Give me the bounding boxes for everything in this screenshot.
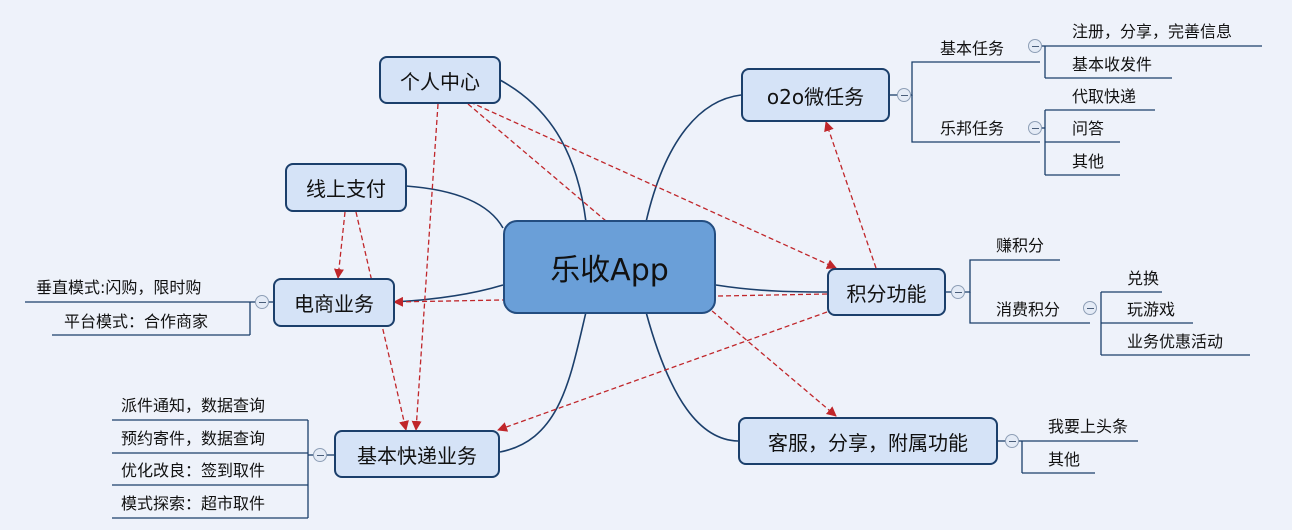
leaf-service-2[interactable]: 其他	[1048, 451, 1080, 469]
topic-label: 基本快递业务	[357, 443, 477, 468]
collapse-express-icon[interactable]	[313, 448, 327, 462]
relation-personal-to-express	[411, 103, 439, 431]
branch-points	[715, 284, 828, 293]
central-topic-label: 乐收App	[550, 253, 669, 288]
leaf-express-1[interactable]: 派件通知，数据查询	[121, 397, 265, 415]
branch-o2o	[645, 94, 742, 223]
leaf-basic-task-1[interactable]: 注册，分享，完善信息	[1072, 23, 1232, 41]
branch-online-payment	[405, 185, 504, 229]
subtopic-basic-tasks[interactable]: 基本任务	[940, 40, 1004, 58]
leaf-ecommerce-1[interactable]: 垂直模式:闪购，限时购	[36, 279, 201, 297]
topic-label: 线上支付	[306, 177, 386, 201]
collapse-service-icon[interactable]	[1005, 434, 1019, 448]
relation-points-to-o2o	[824, 121, 877, 269]
topic-label: 客服，分享，附属功能	[768, 430, 968, 455]
topic-personal-center[interactable]: 个人中心	[379, 56, 501, 104]
relation-points-to-express	[497, 311, 828, 432]
leaf-ecommerce-2[interactable]: 平台模式：合作商家	[64, 313, 208, 331]
leaf-express-3[interactable]: 优化改良：签到取件	[121, 462, 265, 480]
collapse-ecommerce-icon[interactable]	[255, 295, 269, 309]
leaf-express-2[interactable]: 预约寄件，数据查询	[121, 430, 265, 448]
leaf-lebang-task-3[interactable]: 其他	[1072, 153, 1104, 171]
collapse-basic-tasks-icon[interactable]	[1028, 39, 1042, 53]
topic-label: o2o微任务	[766, 84, 865, 109]
leaf-spend-3[interactable]: 业务优惠活动	[1127, 333, 1223, 351]
subtopic-lebang-tasks[interactable]: 乐邦任务	[940, 120, 1004, 138]
branch-express	[499, 311, 587, 453]
subtopic-spend-points[interactable]: 消费积分	[996, 301, 1060, 319]
topic-ecommerce[interactable]: 电商业务	[273, 278, 395, 327]
topic-label: 个人中心	[400, 69, 480, 94]
leaf-lebang-task-2[interactable]: 问答	[1072, 120, 1104, 138]
leaf-service-1[interactable]: 我要上头条	[1048, 418, 1128, 436]
topic-o2o[interactable]: o2o微任务	[741, 68, 890, 122]
branch-ecommerce	[393, 284, 504, 303]
leaf-spend-2[interactable]: 玩游戏	[1127, 301, 1175, 319]
leaf-express-4[interactable]: 模式探索：超市取件	[121, 495, 265, 513]
branch-service	[645, 311, 739, 442]
topic-label: 电商业务	[294, 292, 374, 316]
leaf-spend-1[interactable]: 兑换	[1127, 270, 1159, 288]
collapse-spend-points-icon[interactable]	[1083, 301, 1097, 315]
topic-express[interactable]: 基本快递业务	[334, 430, 500, 478]
collapse-points-icon[interactable]	[951, 285, 965, 299]
topic-service[interactable]: 客服，分享，附属功能	[738, 417, 998, 465]
relation-payment-to-ecommerce	[333, 211, 346, 279]
collapse-o2o-icon[interactable]	[897, 88, 911, 102]
topic-label: 积分功能	[846, 281, 927, 306]
collapse-lebang-tasks-icon[interactable]	[1028, 121, 1042, 135]
central-topic[interactable]: 乐收App	[503, 220, 716, 314]
leaf-basic-task-2[interactable]: 基本收发件	[1072, 56, 1152, 74]
topic-points[interactable]: 积分功能	[827, 268, 946, 316]
subtopic-earn-points[interactable]: 赚积分	[996, 237, 1044, 255]
topic-online-payment[interactable]: 线上支付	[285, 163, 407, 212]
branch-personal-center	[499, 79, 587, 223]
leaf-lebang-task-1[interactable]: 代取快递	[1072, 88, 1136, 106]
